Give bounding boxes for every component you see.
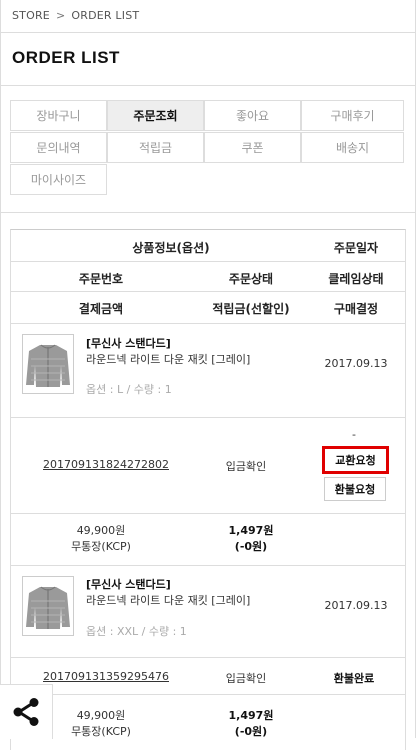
divider	[0, 212, 416, 213]
points-discount: (-0원)	[234, 725, 268, 738]
breadcrumb: STORE > ORDER LIST	[12, 9, 139, 22]
divider	[0, 32, 416, 33]
order-status: 입금확인	[225, 672, 267, 685]
payment-amount: 49,900원	[76, 524, 126, 537]
tab-my-size[interactable]: 마이사이즈	[10, 164, 107, 195]
share-icon	[13, 698, 39, 726]
breadcrumb-current: ORDER LIST	[71, 9, 140, 22]
header-points: 적립금(선할인)	[212, 302, 290, 316]
points-discount: (-0원)	[234, 540, 268, 553]
header-claim-status: 클레임상태	[328, 272, 384, 286]
tab-points[interactable]: 적립금	[107, 132, 204, 163]
order-number-link[interactable]: 201709131359295476	[21, 670, 191, 683]
tab-coupons[interactable]: 쿠폰	[204, 132, 301, 163]
page-title: ORDER LIST	[12, 48, 120, 67]
product-name[interactable]: 라운드넥 라이트 다운 재킷 [그레이]	[86, 351, 250, 367]
points-amount: 1,497원	[228, 709, 274, 722]
claim-status: 환불완료	[333, 672, 375, 685]
exchange-request-button[interactable]: 교환요청	[322, 446, 389, 474]
header-order-date: 주문일자	[333, 241, 379, 255]
down-jacket-image	[26, 586, 70, 629]
order-number-link[interactable]: 201709131824272802	[21, 458, 191, 471]
row-divider	[11, 323, 405, 324]
tab-cart[interactable]: 장바구니	[10, 100, 107, 131]
product-thumbnail[interactable]	[22, 334, 74, 394]
row-divider	[11, 261, 405, 262]
product-name[interactable]: 라운드넥 라이트 다운 재킷 [그레이]	[86, 592, 250, 608]
payment-method: 무통장(KCP)	[71, 540, 131, 553]
product-option: 옵션 : L / 수량 : 1	[86, 383, 172, 396]
row-divider	[11, 657, 405, 658]
points-amount: 1,497원	[228, 524, 274, 537]
tab-inquiries[interactable]: 문의내역	[10, 132, 107, 163]
tab-likes[interactable]: 좋아요	[204, 100, 301, 131]
breadcrumb-home[interactable]: STORE	[12, 9, 50, 22]
row-divider	[11, 694, 405, 695]
tab-order-lookup[interactable]: 주문조회	[107, 100, 204, 131]
header-order-number: 주문번호	[78, 272, 124, 286]
order-date: 2017.09.13	[324, 599, 388, 612]
product-brand[interactable]: [무신사 스탠다드]	[86, 576, 171, 592]
product-brand[interactable]: [무신사 스탠다드]	[86, 335, 171, 351]
row-divider	[11, 291, 405, 292]
order-table: 상품정보(옵션) 주문일자 주문번호 주문상태 클레임상태 결제금액 적립금(선…	[10, 229, 406, 750]
product-option: 옵션 : XXL / 수량 : 1	[86, 625, 187, 638]
down-jacket-image	[26, 344, 70, 387]
row-divider	[11, 513, 405, 514]
product-thumbnail[interactable]	[22, 576, 74, 636]
tab-reviews[interactable]: 구매후기	[301, 100, 404, 131]
breadcrumb-separator: >	[55, 9, 66, 22]
divider	[0, 85, 416, 86]
header-product-info: 상품정보(옵션)	[132, 241, 210, 255]
row-divider	[11, 417, 405, 418]
claim-status: -	[352, 428, 356, 441]
order-date: 2017.09.13	[324, 357, 388, 370]
mypage-tabs: 장바구니 주문조회 좋아요 구매후기 문의내역 적립금 쿠폰 배송지 마이사이즈	[10, 100, 404, 198]
header-payment-amount: 결제금액	[78, 302, 124, 316]
share-button[interactable]	[0, 684, 53, 739]
header-purchase-confirm: 구매결정	[333, 302, 379, 316]
tab-addresses[interactable]: 배송지	[301, 132, 404, 163]
header-order-status: 주문상태	[228, 272, 274, 286]
order-status: 입금확인	[225, 460, 267, 473]
row-divider	[11, 565, 405, 566]
refund-request-button[interactable]: 환불요청	[324, 477, 386, 501]
